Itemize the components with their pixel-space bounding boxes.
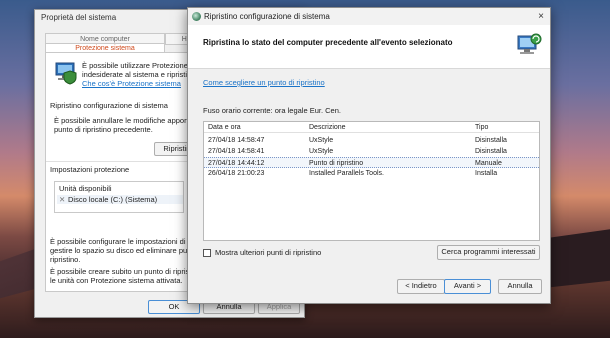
table-row[interactable]: 27/04/18 14:58:47 UxStyle Disinstalla <box>204 135 539 146</box>
cancel-button[interactable]: Annulla <box>498 279 542 294</box>
row-date: 27/04/18 14:58:47 <box>208 137 265 144</box>
computer-shield-icon <box>55 62 77 85</box>
computer-restore-icon <box>517 33 542 54</box>
protection-section-title: Impostazioni protezione <box>50 165 130 174</box>
config-text-1: È possibile configurare le impostazioni … <box>50 237 192 246</box>
row-date: 26/04/18 21:00:23 <box>208 170 265 177</box>
restore-section-title: Ripristino configurazione di sistema <box>50 101 168 110</box>
timezone-label: Fuso orario corrente: ora legale Eur. Ce… <box>203 106 341 115</box>
row-date: 27/04/18 14:44:12 <box>208 160 265 167</box>
drive-item-label: Disco locale (C:) (Sistema) <box>68 195 158 204</box>
restore-app-icon <box>192 12 201 21</box>
table-row[interactable]: 27/04/18 14:58:41 UxStyle Disinstalla <box>204 146 539 157</box>
back-button[interactable]: < Indietro <box>397 279 445 294</box>
column-type[interactable]: Tipo <box>475 124 488 131</box>
drives-header: Unità disponibili <box>59 184 112 193</box>
table-row[interactable]: 26/04/18 21:00:23 Installed Parallels To… <box>204 168 539 179</box>
create-text-1: È possibile creare subito un punto di ri… <box>50 267 193 276</box>
intro-text-2: indesiderate al sistema e ripristinar <box>82 70 198 79</box>
what-is-protection-link[interactable]: Che cos'è Protezione sistema <box>82 79 181 88</box>
drive-disk-icon: ✕ <box>59 195 66 204</box>
config-text-3: ripristino. <box>50 255 81 264</box>
create-text-2: le unità con Protezione sistema attivata… <box>50 276 183 285</box>
how-to-choose-link[interactable]: Come scegliere un punto di ripristino <box>203 78 325 87</box>
restore-points-table[interactable]: Data e ora Descrizione Tipo 27/04/18 14:… <box>203 121 540 241</box>
wizard-header: Ripristina lo stato del computer precede… <box>188 25 550 69</box>
row-description: Punto di ripristino <box>309 160 364 167</box>
scan-programs-button[interactable]: Cerca programmi interessati <box>437 245 540 260</box>
row-date: 27/04/18 14:58:41 <box>208 148 265 155</box>
column-date[interactable]: Data e ora <box>208 124 241 131</box>
table-header: Data e ora Descrizione Tipo <box>204 122 539 133</box>
row-type: Installa <box>475 170 498 177</box>
table-row-selected[interactable]: 27/04/18 14:44:12 Punto di ripristino Ma… <box>204 157 539 168</box>
system-restore-wizard: Ripristino configurazione di sistema × R… <box>187 7 551 304</box>
restore-desc-1: È possibile annullare le modifiche appor… <box>54 116 195 125</box>
config-text-2: gestire lo spazio su disco ed eliminare … <box>50 246 192 255</box>
drives-list[interactable]: Unità disponibili ✕ Disco locale (C:) (S… <box>54 181 184 213</box>
show-more-label: Mostra ulteriori punti di ripristino <box>215 248 322 257</box>
row-type: Disinstalla <box>475 148 507 155</box>
show-more-checkbox[interactable] <box>203 249 211 257</box>
row-type: Disinstalla <box>475 137 507 144</box>
row-description: UxStyle <box>309 148 334 155</box>
row-description: Installed Parallels Tools. <box>309 170 384 177</box>
restore-desc-2: punto di ripristino precedente. <box>54 125 153 134</box>
wizard-heading: Ripristina lo stato del computer precede… <box>203 38 453 47</box>
row-description: UxStyle <box>309 137 334 144</box>
wizard-title: Ripristino configurazione di sistema <box>204 12 330 21</box>
row-type: Manuale <box>475 160 502 167</box>
close-icon[interactable]: × <box>538 8 544 25</box>
column-description[interactable]: Descrizione <box>309 124 346 131</box>
wizard-body: Come scegliere un punto di ripristino Fu… <box>188 70 550 304</box>
wizard-titlebar: Ripristino configurazione di sistema × <box>188 8 550 25</box>
next-button[interactable]: Avanti > <box>444 279 491 294</box>
